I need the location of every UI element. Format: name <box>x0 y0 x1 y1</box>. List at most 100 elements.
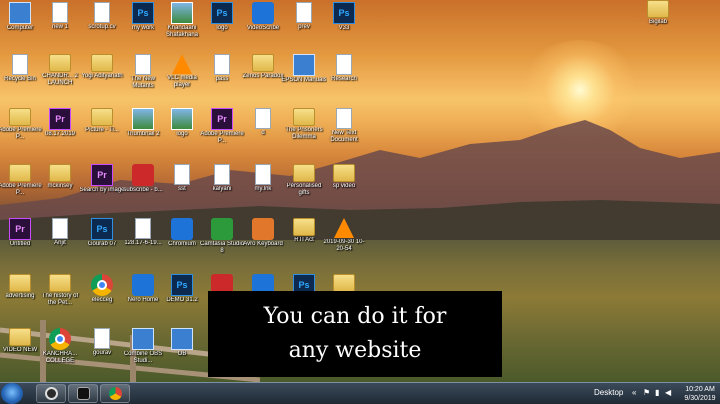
desktop-icon[interactable]: kalyani <box>202 164 242 193</box>
desktop-icon[interactable]: Anjit <box>40 218 80 247</box>
desktop-icon[interactable]: Picture - Ti... <box>82 108 122 134</box>
desktop-icon[interactable]: Avro Keyboard <box>243 218 283 248</box>
ps-icon: Ps <box>333 2 355 24</box>
desktop-icon[interactable]: scrotup.cv <box>82 2 122 31</box>
desktop-icon[interactable]: New Text Document <box>324 108 364 144</box>
photo-icon <box>171 2 193 24</box>
desktop-icon[interactable]: Thumbnail 2 <box>123 108 163 138</box>
vlc-icon <box>172 54 192 74</box>
desktop-icon[interactable]: sp video <box>324 164 364 190</box>
red-icon <box>132 164 154 186</box>
tray-expand-icon[interactable]: « <box>632 388 636 397</box>
desktop-icon[interactable]: RTI Act <box>284 218 324 244</box>
pr-icon: Pr <box>49 108 71 130</box>
desktop-icon[interactable]: Combine OBS Studi... <box>123 328 163 365</box>
desktop-icon[interactable]: Ps Gourab 07 <box>82 218 122 248</box>
desktop-icon[interactable]: new 1 <box>40 2 80 31</box>
desktop-icon[interactable]: Pr Adobe Premiere P... <box>200 108 244 145</box>
vlc-icon <box>334 218 354 238</box>
desktop-icon[interactable]: OB <box>162 328 202 358</box>
desktop-icon-label: pass <box>215 76 229 82</box>
desktop-icon[interactable]: Pr 08.17.2019 <box>40 108 80 138</box>
desktop-icon-label: Yogi Adityanath <box>81 73 123 79</box>
screen-icon <box>9 2 31 24</box>
desktop-icon[interactable]: pass <box>202 54 242 83</box>
desktop-icon[interactable]: advertising <box>0 274 40 300</box>
desktop-icon[interactable]: The Prisoners Dilemma <box>284 108 324 141</box>
desktop-icon[interactable]: 2019-09-30 10-20-54 <box>323 218 365 253</box>
desktop-icon[interactable]: Ps my work <box>123 2 163 32</box>
pr-icon: Pr <box>91 164 113 186</box>
chrome-icon <box>91 274 113 296</box>
desktop-icon[interactable]: gourav <box>82 328 122 357</box>
desktop-icon[interactable]: Chromium <box>162 218 202 248</box>
desktop-icon[interactable]: VLC media player <box>162 54 202 89</box>
battery-icon[interactable]: ▮ <box>655 388 659 397</box>
desktop-icon[interactable]: Adobe Premiere P... <box>0 164 42 197</box>
desktop-icon[interactable]: Ps logo <box>202 2 242 32</box>
desktop-icon[interactable]: Ps DEMO 31.2 <box>162 274 202 304</box>
screen-icon <box>171 328 193 350</box>
doc-icon <box>174 164 190 185</box>
desktop-icon[interactable]: elecceg <box>82 274 122 304</box>
desktop-icon[interactable]: prev <box>284 2 324 31</box>
desktop-icon[interactable]: EPSON Manuals <box>281 54 327 84</box>
clock[interactable]: 10:20 AM 9/30/2019 <box>682 385 718 403</box>
doc-icon <box>12 54 28 75</box>
green-icon <box>211 218 233 240</box>
desktop-icon[interactable]: Pr Untitled <box>0 218 40 248</box>
desktop-icon[interactable]: Zenos Paradox <box>243 54 283 80</box>
ps-icon: Ps <box>91 218 113 240</box>
blue-icon <box>132 274 154 296</box>
desktop-icon-label: KANCHRA... COLLEGE <box>42 351 78 364</box>
desktop-icon[interactable]: Computer <box>0 2 40 32</box>
chrome-icon <box>108 387 122 400</box>
desktop-icon[interactable]: sst <box>162 164 202 193</box>
desktop-icon-label: Bigilab <box>648 19 667 25</box>
doc-icon <box>255 164 271 185</box>
desktop-icon-label: Gourab 07 <box>87 241 117 247</box>
desktop-icon[interactable]: Pr Search by image <box>79 164 125 194</box>
desktop-toolbar-label[interactable]: Desktop <box>594 388 623 397</box>
desktop-icon-label: my.lnk <box>254 186 272 192</box>
desktop-icon[interactable]: KANCHRA... COLLEGE <box>40 328 80 365</box>
blue-icon <box>252 2 274 24</box>
desktop-icon[interactable]: Adobe Premiere P... <box>0 108 42 141</box>
desktop-icon[interactable]: Recycle Bin <box>0 54 40 83</box>
desktop-icon[interactable]: VIDEO NEW <box>0 328 40 354</box>
desktop-icon[interactable]: Personalised gifts <box>284 164 324 197</box>
desktop-icon[interactable]: CHANDR... 2 LAUNCH <box>40 54 80 87</box>
desktop-icon[interactable]: Bigilab <box>638 0 678 26</box>
clock-date: 9/30/2019 <box>684 395 716 402</box>
desktop-icon-label: VideoScribe <box>246 25 280 31</box>
folder-icon <box>49 274 71 292</box>
desktop-icon[interactable]: subscribe - b... <box>123 164 163 194</box>
desktop-icon[interactable]: Ps V33 <box>324 2 364 32</box>
taskbar-obs-button[interactable] <box>36 384 66 403</box>
desktop-icon[interactable]: The New Mutants <box>123 54 163 90</box>
desktop-icon[interactable]: Nero Home <box>123 274 163 304</box>
desktop-icon[interactable]: d <box>243 108 283 137</box>
taskbar-terminal-button[interactable] <box>68 384 98 403</box>
pr-icon: Pr <box>211 108 233 130</box>
blue-icon <box>171 218 193 240</box>
desktop-icon[interactable]: VideoScribe <box>243 2 283 32</box>
flag-icon[interactable]: ⚑ <box>643 388 650 397</box>
start-button[interactable] <box>1 383 23 404</box>
desktop-icon-label: 08.17.2019 <box>44 131 76 137</box>
desktop-icon-label: V33 <box>338 25 350 31</box>
desktop-icon[interactable]: mckinsey <box>40 164 80 190</box>
desktop-icon[interactable]: Research <box>324 54 364 83</box>
folder-icon <box>91 108 113 126</box>
desktop-icon[interactable]: 128.17-6-19... <box>123 218 163 247</box>
doc-icon <box>214 54 230 75</box>
desktop-icon[interactable]: my.lnk <box>243 164 283 193</box>
desktop-icon[interactable]: logo <box>162 108 202 138</box>
desktop-icon[interactable]: Camtasia Studio 8 <box>200 218 244 255</box>
desktop-icon[interactable]: Khandaani Shafakhana <box>162 2 202 39</box>
taskbar-chrome-button[interactable] <box>100 384 130 403</box>
desktop-icon-label: Zenos Paradox <box>242 73 284 79</box>
volume-icon[interactable]: ◀ <box>665 388 671 397</box>
desktop-icon[interactable]: Yogi Adityanath <box>81 54 123 80</box>
desktop-icon[interactable]: The history of the Pet... <box>40 274 80 307</box>
